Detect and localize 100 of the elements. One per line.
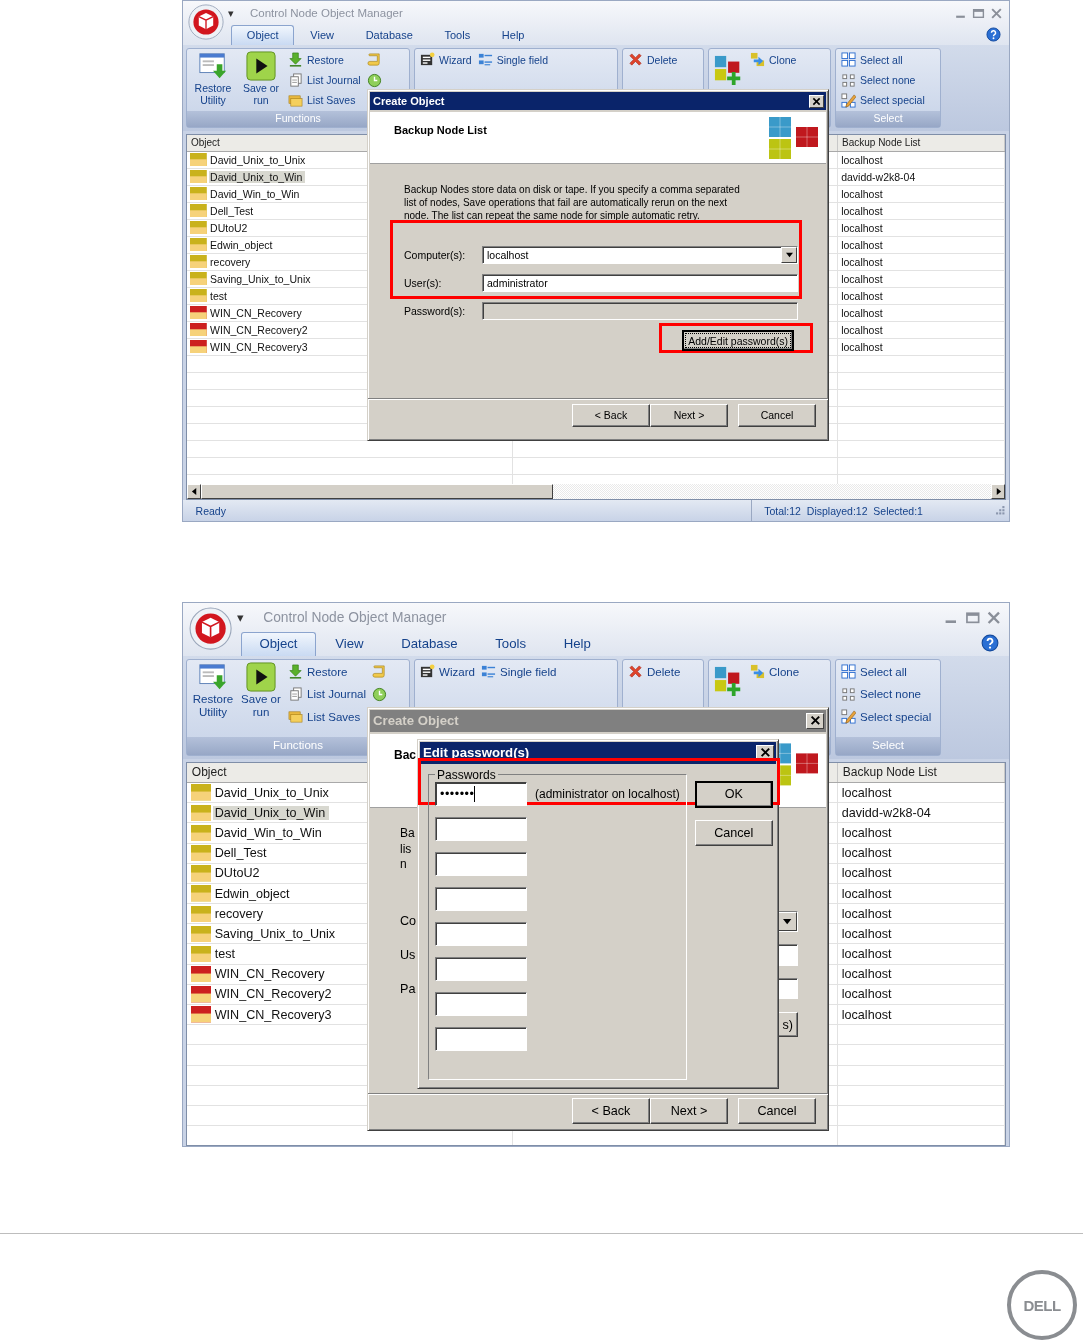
ribbon-button[interactable]: Select special xyxy=(841,706,932,727)
password-field[interactable] xyxy=(435,852,527,876)
password-field[interactable] xyxy=(435,887,527,911)
password-field[interactable] xyxy=(435,817,527,841)
object-name[interactable]: DUtoU2 xyxy=(209,221,251,234)
object-name[interactable]: WIN_CN_Recovery3 xyxy=(209,340,311,353)
ribbon-button[interactable]: Delete xyxy=(628,51,678,69)
object-name[interactable]: Dell_Test xyxy=(213,846,271,861)
object-name[interactable]: Saving_Unix_to_Unix xyxy=(213,926,339,941)
ribbon-button[interactable]: Clone xyxy=(750,662,800,682)
object-name[interactable]: WIN_CN_Recovery xyxy=(213,967,329,982)
help-icon[interactable] xyxy=(981,634,1000,653)
combo-box[interactable]: localhost xyxy=(482,245,798,264)
close-button[interactable] xyxy=(809,94,824,108)
dialog-button[interactable]: OK xyxy=(694,781,773,808)
scroll-right-button[interactable] xyxy=(991,484,1005,499)
scrollbar-track[interactable] xyxy=(187,484,1005,499)
ribbon-button[interactable]: List Saves xyxy=(288,91,361,110)
ribbon-tab[interactable]: Object xyxy=(231,25,295,45)
input-field[interactable]: administrator xyxy=(482,273,798,292)
object-name[interactable]: test xyxy=(209,289,231,302)
ribbon-button[interactable]: Delete xyxy=(628,662,681,682)
ribbon-button[interactable]: Select all xyxy=(841,51,925,69)
app-orb-icon[interactable] xyxy=(189,606,233,650)
object-name[interactable]: WIN_CN_Recovery2 xyxy=(209,323,311,336)
object-name[interactable]: David_Win_to_Win xyxy=(209,187,303,200)
dialog-button[interactable]: Cancel xyxy=(738,1097,816,1125)
column-header[interactable]: Backup Node List xyxy=(838,762,1005,782)
object-name[interactable]: David_Unix_to_Unix xyxy=(213,785,333,800)
ribbon-tab[interactable]: Help xyxy=(486,25,541,45)
password-field[interactable] xyxy=(435,922,527,946)
scroll-left-button[interactable] xyxy=(187,484,201,499)
object-name[interactable]: WIN_CN_Recovery2 xyxy=(213,987,336,1002)
ribbon-button[interactable]: List Journal xyxy=(288,71,361,89)
ribbon-button[interactable]: Save or run xyxy=(240,51,282,110)
ribbon-tab[interactable]: Database xyxy=(349,25,429,45)
ribbon-button[interactable]: List Journal xyxy=(288,684,367,705)
object-name[interactable]: David_Unix_to_Win xyxy=(209,170,306,183)
dialog-button[interactable]: Next > xyxy=(650,404,728,427)
ribbon-tab[interactable]: Help xyxy=(544,631,610,656)
add-edit-password-button[interactable]: Add/Edit password(s) xyxy=(682,330,794,351)
resize-grip-icon[interactable] xyxy=(995,505,1006,516)
ribbon-button[interactable]: Select none xyxy=(841,684,932,705)
password-field[interactable] xyxy=(435,992,527,1016)
ribbon-tab[interactable]: Tools xyxy=(476,631,545,656)
ribbon-button[interactable]: List Saves xyxy=(288,706,367,727)
help-icon[interactable] xyxy=(986,27,1001,42)
dialog-button[interactable]: Cancel xyxy=(738,404,816,427)
ribbon-tab[interactable]: Tools xyxy=(428,25,486,45)
ribbon-button[interactable]: Select special xyxy=(841,91,925,110)
quick-access-menu[interactable]: ▾ xyxy=(237,609,244,625)
object-name[interactable]: WIN_CN_Recovery3 xyxy=(213,1007,336,1022)
dialog-button[interactable]: Next > xyxy=(650,1097,728,1125)
table-cell: localhost xyxy=(841,238,883,251)
ribbon-button[interactable]: Restore xyxy=(288,51,361,69)
object-name[interactable]: recovery xyxy=(209,255,254,268)
object-name[interactable]: WIN_CN_Recovery xyxy=(209,306,305,319)
close-icon[interactable] xyxy=(986,609,1002,626)
ribbon-button[interactable]: Save or run xyxy=(240,662,282,736)
table-cell: localhost xyxy=(841,204,883,217)
ribbon-tab[interactable]: Database xyxy=(382,631,477,656)
ribbon-button[interactable]: Single field xyxy=(480,662,557,682)
ribbon-button[interactable]: Select none xyxy=(841,71,925,89)
close-icon[interactable] xyxy=(990,6,1003,20)
ribbon-button[interactable]: Select all xyxy=(841,662,932,682)
object-name[interactable]: David_Win_to_Win xyxy=(213,825,326,840)
password-field[interactable] xyxy=(435,1027,527,1051)
ribbon-tab[interactable]: View xyxy=(316,631,383,656)
dotted-grid-icon xyxy=(841,72,856,88)
ribbon-tab[interactable]: Object xyxy=(240,631,317,656)
ribbon-tab[interactable]: View xyxy=(294,25,350,45)
dialog-button[interactable]: Cancel xyxy=(694,819,773,847)
app-orb-icon[interactable] xyxy=(188,4,224,40)
column-header[interactable]: Backup Node List xyxy=(838,134,1005,151)
ribbon-button[interactable]: Restore Utility xyxy=(192,51,234,110)
object-name[interactable]: Saving_Unix_to_Unix xyxy=(209,272,314,285)
ribbon-button[interactable]: Wizard xyxy=(420,662,475,682)
ribbon-button[interactable]: Restore Utility xyxy=(192,662,234,736)
object-name[interactable]: recovery xyxy=(213,906,267,921)
object-name[interactable]: test xyxy=(213,947,239,962)
object-name[interactable]: David_Unix_to_Unix xyxy=(209,153,309,166)
ribbon-button[interactable]: Single field xyxy=(477,51,549,69)
field-label: Co xyxy=(400,914,417,929)
ribbon-button[interactable]: Wizard xyxy=(420,51,472,69)
pencil-grid-icon xyxy=(841,709,856,725)
object-name[interactable]: Edwin_object xyxy=(209,238,276,251)
scrollbar-thumb[interactable] xyxy=(201,484,553,499)
password-field[interactable]: ••••••• xyxy=(435,782,527,806)
maximize-icon[interactable] xyxy=(972,6,985,20)
password-field[interactable] xyxy=(435,957,527,981)
object-name[interactable]: David_Unix_to_Win xyxy=(213,805,330,820)
ribbon-button[interactable]: Clone xyxy=(750,51,797,69)
dialog-button[interactable]: < Back xyxy=(572,1097,650,1125)
maximize-icon[interactable] xyxy=(964,609,981,626)
quick-access-menu[interactable]: ▾ xyxy=(228,6,234,20)
ribbon-button[interactable]: Restore xyxy=(288,662,367,682)
object-name[interactable]: Dell_Test xyxy=(209,204,257,217)
dialog-button[interactable]: < Back xyxy=(572,404,650,427)
object-name[interactable]: DUtoU2 xyxy=(213,866,264,881)
object-name[interactable]: Edwin_object xyxy=(213,886,294,901)
